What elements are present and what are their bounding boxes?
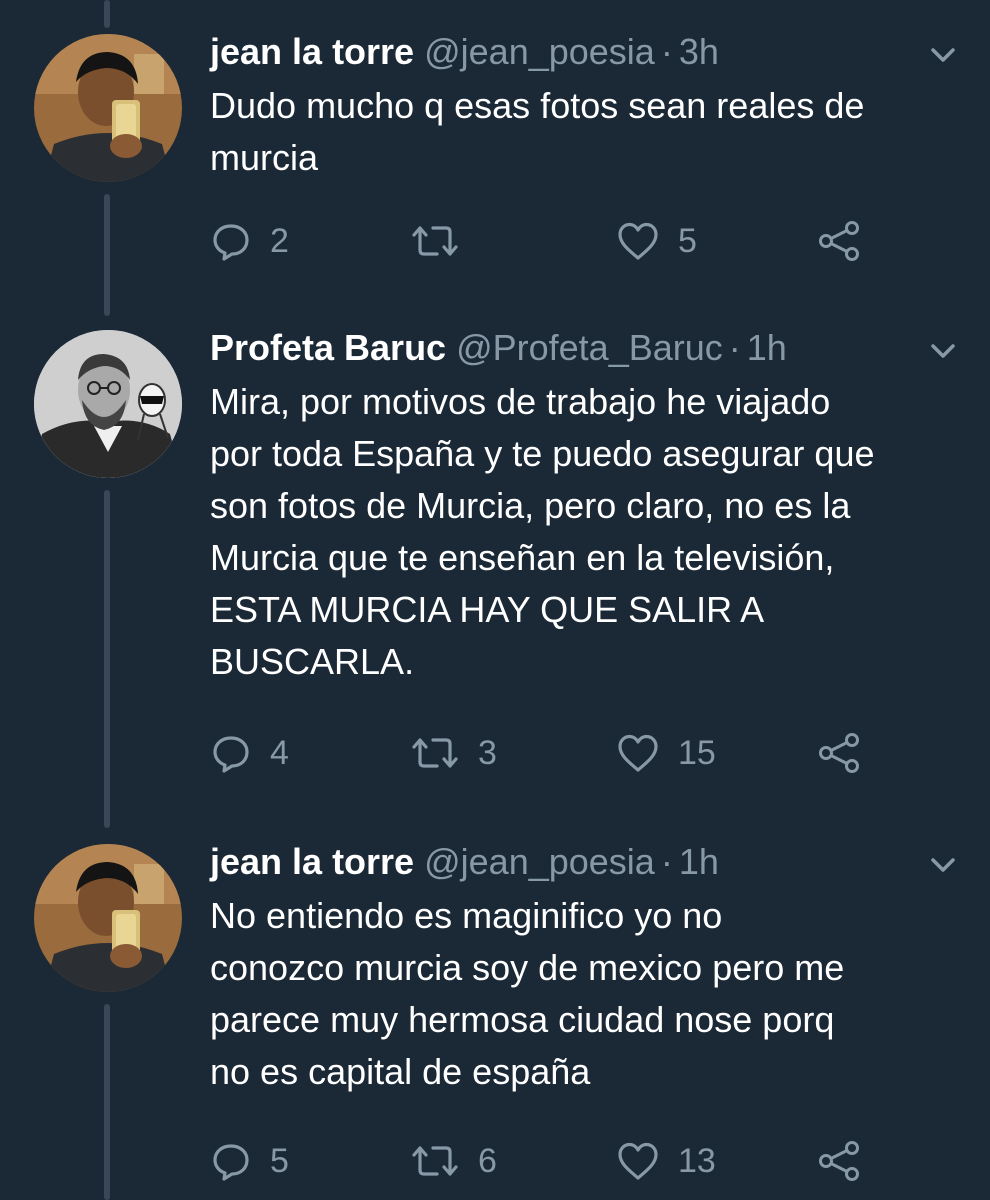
tweet-text-line: conozco murcia soy de mexico pero me: [210, 947, 845, 988]
tweet-text-line: ESTA MURCIA HAY QUE SALIR A: [210, 589, 765, 630]
timestamp[interactable]: 3h: [679, 31, 719, 72]
like-count: 13: [678, 1141, 716, 1180]
tweet-text-line: Dudo mucho q esas fotos sean reales de: [210, 85, 865, 126]
reply-button[interactable]: 4: [210, 728, 289, 778]
chevron-down-icon[interactable]: [926, 848, 960, 882]
tweet-text: Mira, por motivos de trabajo he viajado …: [210, 376, 970, 688]
selfie-avatar-image: [34, 844, 182, 992]
retweet-button[interactable]: 3: [410, 728, 497, 778]
like-button[interactable]: 13: [616, 1136, 716, 1186]
tweet-text: No entiendo es maginifico yo no conozco …: [210, 890, 970, 1098]
heart-icon: [618, 222, 658, 260]
tweet-text-line: No entiendo es maginifico yo no: [210, 895, 723, 936]
reply-count: 5: [270, 1141, 289, 1180]
tweet-text-line: por toda España y te puedo asegurar que: [210, 433, 875, 474]
share-button[interactable]: [816, 1136, 862, 1186]
tweet-text-line: no es capital de españa: [210, 1051, 591, 1092]
separator-dot: ·: [660, 841, 673, 882]
share-icon: [819, 733, 859, 773]
author-handle[interactable]: @Profeta_Baruc: [456, 327, 723, 368]
retweet-icon: [412, 1146, 458, 1176]
avatar[interactable]: [34, 844, 182, 992]
reply-icon: [213, 736, 249, 773]
vintage-portrait-avatar-image: [34, 330, 182, 478]
retweet-button[interactable]: [410, 216, 478, 266]
like-button[interactable]: 5: [616, 216, 697, 266]
author-handle[interactable]: @jean_poesia: [424, 31, 655, 72]
tweet[interactable]: jean la torre @jean_poesia · 3h Dudo mucho…: [0, 30, 990, 270]
retweet-count: 3: [478, 733, 497, 772]
action-bar: 5 6 13: [210, 1136, 870, 1186]
like-count: 15: [678, 733, 716, 772]
retweet-icon: [412, 226, 458, 256]
tweet-text-line: murcia: [210, 137, 319, 178]
heart-icon: [618, 1142, 658, 1180]
like-count: 5: [678, 221, 697, 260]
author-handle[interactable]: @jean_poesia: [424, 841, 655, 882]
retweet-button[interactable]: 6: [410, 1136, 497, 1186]
tweet-header: jean la torre @jean_poesia · 3h: [210, 30, 719, 74]
reply-count: 4: [270, 733, 289, 772]
tweet-text-line: parece muy hermosa ciudad nose porq: [210, 999, 835, 1040]
separator-dot: ·: [660, 31, 673, 72]
reply-count: 2: [270, 221, 289, 260]
reply-button[interactable]: 5: [210, 1136, 289, 1186]
timestamp[interactable]: 1h: [747, 327, 787, 368]
retweet-count: 6: [478, 1141, 497, 1180]
tweet-text: Dudo mucho q esas fotos sean reales de m…: [210, 80, 970, 184]
avatar[interactable]: [34, 34, 182, 182]
retweet-icon: [412, 738, 458, 768]
action-bar: 2 5: [210, 216, 870, 266]
avatar[interactable]: [34, 330, 182, 478]
share-button[interactable]: [816, 216, 862, 266]
thread-line-top: [104, 0, 110, 28]
tweet-header: jean la torre @jean_poesia · 1h: [210, 840, 719, 884]
author-name[interactable]: Profeta Baruc: [210, 327, 446, 368]
like-button[interactable]: 15: [616, 728, 716, 778]
selfie-avatar-image: [34, 34, 182, 182]
heart-icon: [618, 734, 658, 772]
action-bar: 4 3 15: [210, 728, 870, 778]
author-name[interactable]: jean la torre: [210, 841, 414, 882]
tweet-text-line: BUSCARLA.: [210, 641, 415, 682]
share-button[interactable]: [816, 728, 862, 778]
chevron-down-icon[interactable]: [926, 38, 960, 72]
tweet-text-line: Murcia que te enseñan en la televisión,: [210, 537, 835, 578]
reply-icon: [213, 1144, 249, 1181]
reply-icon: [213, 224, 249, 261]
reply-button[interactable]: 2: [210, 216, 289, 266]
separator-dot: ·: [728, 327, 741, 368]
share-icon: [819, 1141, 859, 1181]
tweet-text-line: Mira, por motivos de trabajo he viajado: [210, 381, 831, 422]
tweet[interactable]: jean la torre @jean_poesia · 1h No entiend…: [0, 840, 990, 1200]
timestamp[interactable]: 1h: [679, 841, 719, 882]
tweet-text-line: son fotos de Murcia, pero claro, no es l…: [210, 485, 851, 526]
chevron-down-icon[interactable]: [926, 334, 960, 368]
author-name[interactable]: jean la torre: [210, 31, 414, 72]
tweet-header: Profeta Baruc @Profeta_Baruc · 1h: [210, 326, 787, 370]
tweet[interactable]: Profeta Baruc @Profeta_Baruc · 1h Mira, po…: [0, 326, 990, 796]
share-icon: [819, 221, 859, 261]
